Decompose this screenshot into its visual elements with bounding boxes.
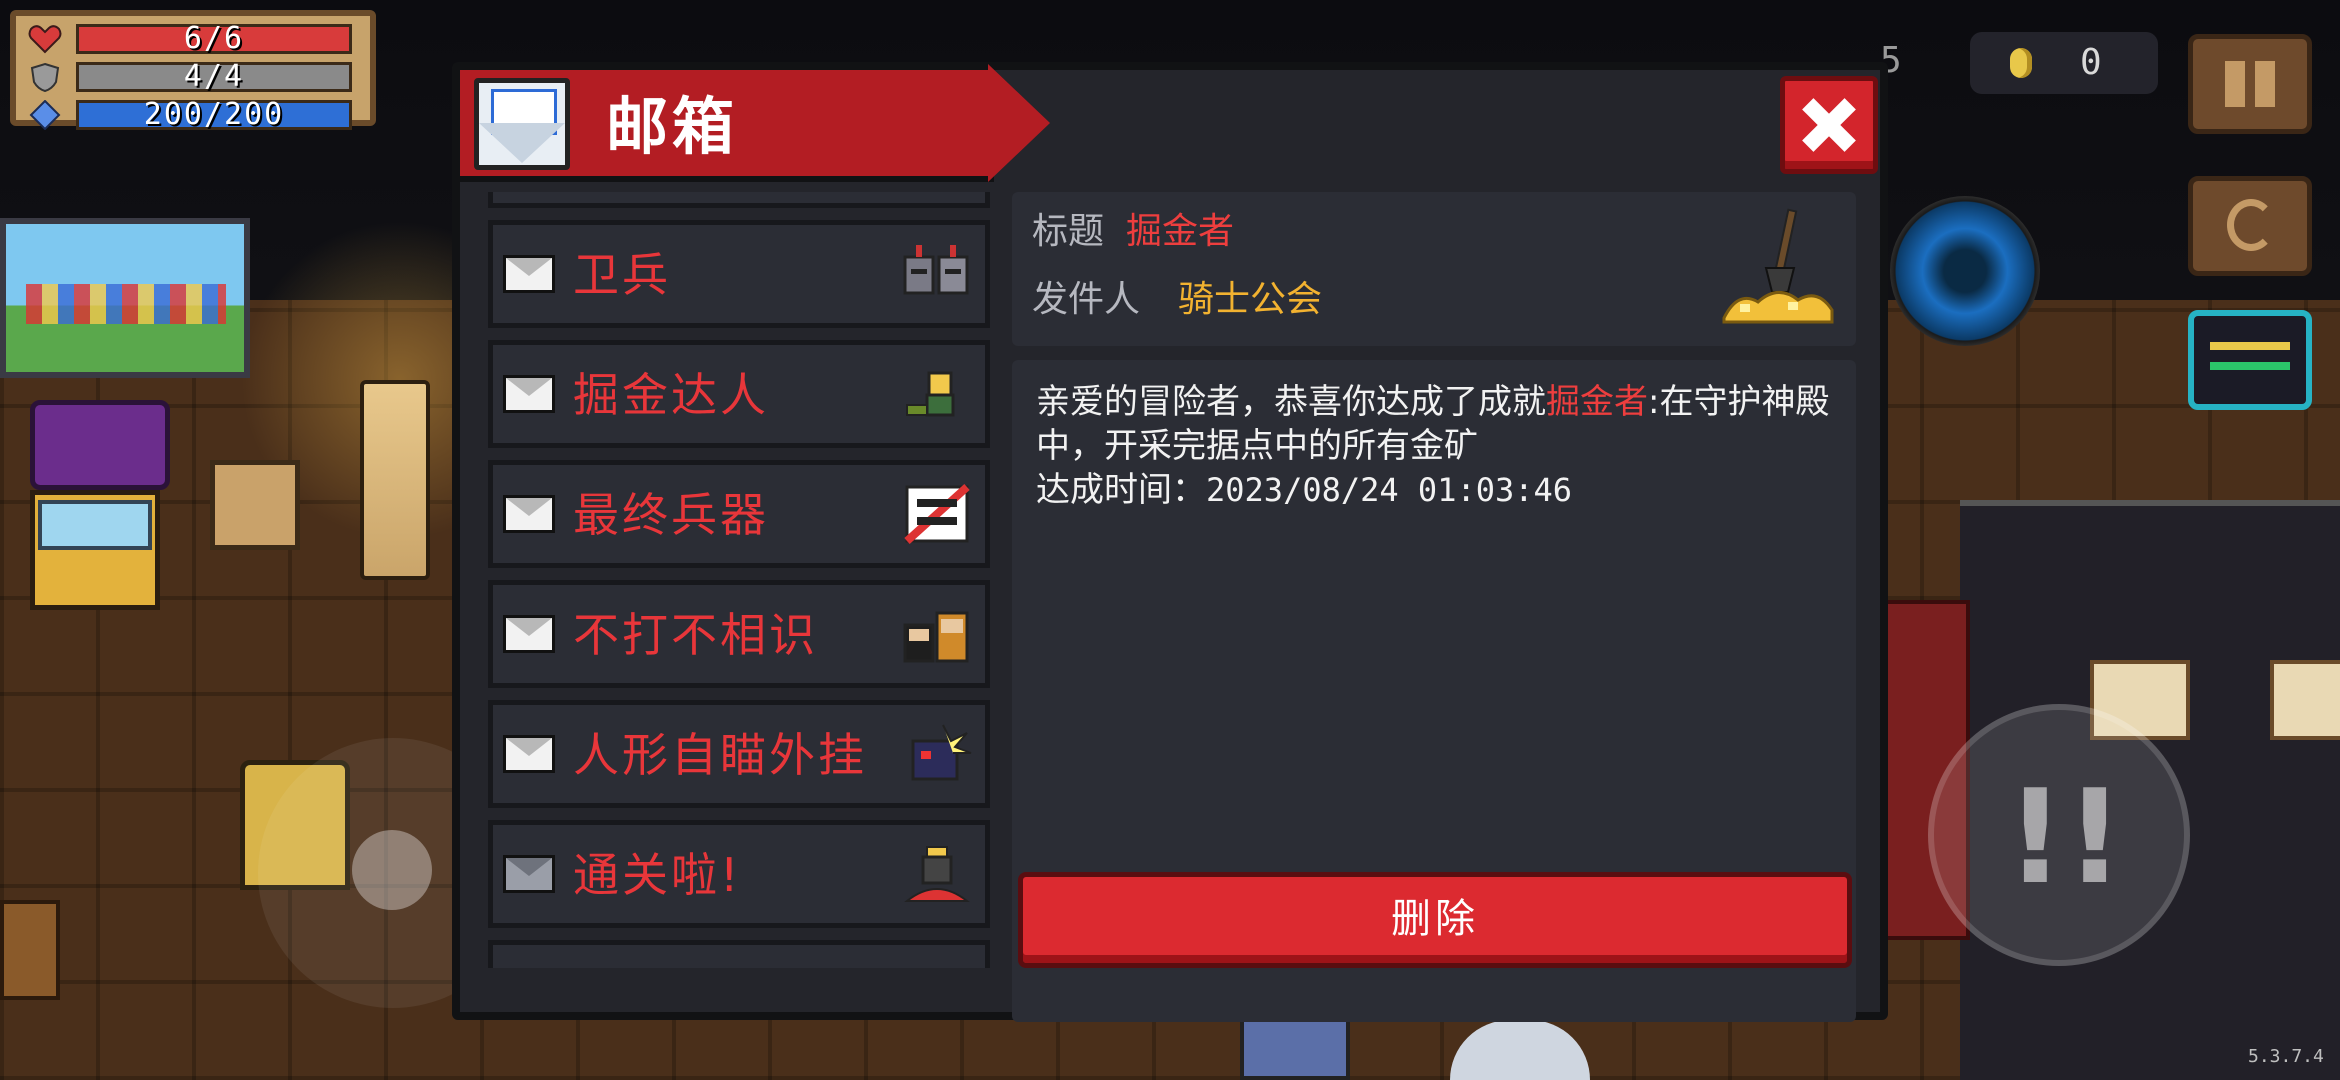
energy-row: 200/200 bbox=[29, 98, 360, 132]
storage-box bbox=[210, 460, 300, 550]
mailbox-title: 邮箱 bbox=[606, 90, 739, 163]
pedestal bbox=[360, 380, 430, 580]
swap-weapon-button[interactable] bbox=[2188, 176, 2312, 276]
sender-value: 骑士公会 bbox=[1178, 279, 1323, 320]
envelope-open-icon bbox=[503, 855, 555, 893]
version-label: 5.3.7.4 bbox=[2248, 1046, 2324, 1067]
notice-board bbox=[2270, 660, 2340, 740]
mail-body-text: 亲爱的冒险者，恭喜你达成了成就掘金者:在守护神殿中，开采完据点中的所有金矿 bbox=[1036, 380, 1836, 468]
mail-detail-header: 标题 掘金者 发件人 骑士公会 bbox=[1012, 192, 1856, 346]
mail-item-label: 不打不相识 bbox=[573, 608, 818, 662]
gacha-machine-window bbox=[38, 500, 152, 550]
mail-list-item-partial[interactable] bbox=[488, 192, 990, 208]
mail-item-label: 卫兵 bbox=[573, 248, 671, 302]
coin-icon bbox=[2010, 48, 2032, 78]
mail-list-item[interactable]: 人形自瞄外挂 bbox=[488, 700, 990, 808]
trophy-character-icon bbox=[904, 846, 970, 902]
mail-item-label: 最终兵器 bbox=[573, 488, 769, 542]
health-text: 6/6 bbox=[183, 21, 245, 56]
title-value: 掘金者 bbox=[1126, 211, 1235, 252]
envelope-icon bbox=[503, 255, 555, 293]
mailbox-header: 邮箱 bbox=[454, 64, 1050, 182]
aimbot-robot-icon bbox=[911, 724, 972, 781]
mail-item-label: 人形自瞄外挂 bbox=[573, 728, 867, 782]
envelope-icon bbox=[503, 735, 555, 773]
mail-list-item[interactable]: 最终兵器 bbox=[488, 460, 990, 568]
health-bar: 6/6 bbox=[76, 24, 352, 54]
monitor-icon bbox=[2210, 342, 2290, 350]
swap-icon bbox=[2227, 199, 2275, 251]
mail-list-item[interactable]: 掘金达人 bbox=[488, 340, 990, 448]
body-text-prefix: 亲爱的冒险者，恭喜你达成了成就 bbox=[1036, 382, 1546, 422]
portal bbox=[1890, 196, 2040, 346]
mail-list-item[interactable]: 不打不相识 bbox=[488, 580, 990, 688]
armor-row: 4/4 bbox=[30, 60, 360, 94]
shield-icon bbox=[30, 62, 60, 92]
heart-icon bbox=[28, 25, 62, 54]
mail-envelope-icon bbox=[474, 78, 570, 170]
envelope-icon bbox=[503, 495, 555, 533]
wall-painting bbox=[0, 218, 250, 378]
shovel-gold-pile-icon bbox=[1722, 208, 1834, 324]
delete-button-label: 删除 bbox=[1391, 896, 1479, 942]
npc-character-edge bbox=[0, 900, 60, 1000]
pause-button[interactable] bbox=[2188, 34, 2312, 134]
gacha-machine bbox=[20, 400, 180, 620]
achievement-name: 掘金者 bbox=[1546, 382, 1648, 422]
time-value: 2023/08/24 01:03:46 bbox=[1206, 471, 1573, 509]
interact-button[interactable]: !! bbox=[1928, 704, 2190, 966]
health-row: 6/6 bbox=[28, 22, 360, 56]
envelope-icon bbox=[503, 615, 555, 653]
final-weapon-badge-icon bbox=[904, 484, 970, 544]
time-label: 达成时间： bbox=[1036, 470, 1206, 510]
mailbox-dialog: 邮箱 卫兵 掘金达人 最终兵器 不打不相识 人形自瞄外挂 通关啦! 标题 掘金者… bbox=[452, 62, 1888, 1022]
mail-list-item[interactable]: 通关啦! bbox=[488, 820, 990, 928]
mail-item-label: 掘金达人 bbox=[573, 368, 769, 422]
duo-characters-icon bbox=[903, 611, 969, 663]
armor-bar: 4/4 bbox=[76, 62, 352, 92]
coin-count: 0 bbox=[2080, 42, 2102, 83]
mail-list[interactable]: 卫兵 掘金达人 最终兵器 不打不相识 人形自瞄外挂 通关啦! bbox=[488, 192, 990, 968]
monitor-button[interactable] bbox=[2188, 310, 2312, 410]
energy-bar: 200/200 bbox=[76, 100, 352, 130]
miner-character-icon bbox=[906, 371, 955, 417]
exclamation-icon: !! bbox=[2005, 761, 2125, 913]
joystick-knob[interactable] bbox=[352, 830, 432, 910]
knight-helmets-icon bbox=[903, 245, 969, 295]
title-label: 标题 bbox=[1032, 211, 1105, 252]
armor-text: 4/4 bbox=[183, 59, 245, 94]
energy-text: 200/200 bbox=[143, 97, 285, 132]
diamond-icon bbox=[29, 100, 61, 130]
mail-item-label: 通关啦! bbox=[573, 848, 742, 902]
mail-list-item-partial[interactable] bbox=[488, 940, 990, 968]
envelope-icon bbox=[503, 375, 555, 413]
delete-button[interactable]: 删除 bbox=[1018, 872, 1852, 968]
gacha-machine-top bbox=[30, 400, 170, 490]
player-stats-panel: 6/6 4/4 200/200 bbox=[10, 10, 376, 130]
mail-list-item[interactable]: 卫兵 bbox=[488, 220, 990, 328]
close-button[interactable] bbox=[1780, 76, 1878, 174]
achievement-time: 达成时间：2023/08/24 01:03:46 bbox=[1036, 468, 1572, 512]
sender-label: 发件人 bbox=[1032, 279, 1141, 320]
coin-counter: 0 bbox=[1970, 32, 2158, 94]
